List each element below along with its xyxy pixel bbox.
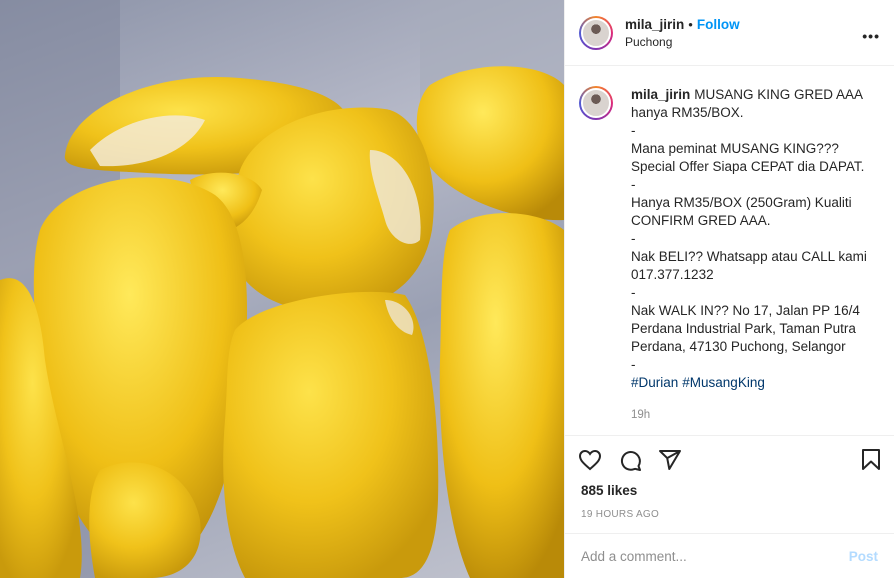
comment-bubble-icon[interactable] [617,447,643,473]
action-bar [565,435,894,483]
author-username[interactable]: mila_jirin [625,17,684,32]
durian-photo [0,0,564,578]
hashtag-line: #Durian #MusangKing [631,374,867,392]
caption-line: - [631,231,636,246]
avatar-photo [581,88,611,118]
post-header: mila_jirin • Follow Puchong ••• [565,0,894,66]
header-text: mila_jirin • Follow Puchong [625,17,740,49]
post-comment-button[interactable]: Post [849,549,878,564]
caption-line: Nak BELI?? Whatsapp atau CALL kami [631,249,867,264]
caption-line: 017.377.1232 [631,267,714,282]
follow-button[interactable]: Follow [697,17,740,32]
hashtag-link[interactable]: #MusangKing [682,375,765,390]
header-row: mila_jirin • Follow [625,17,740,32]
caption-area: mila_jirin MUSANG KING GRED AAA hanya RM3… [565,66,894,435]
caption-body: mila_jirin MUSANG KING GRED AAA hanya RM3… [631,86,867,435]
bookmark-icon[interactable] [858,447,884,473]
post-sidebar: mila_jirin • Follow Puchong ••• mila_jir… [564,0,894,578]
caption-line: - [631,285,636,300]
caption-avatar[interactable] [579,86,613,120]
caption-line: Perdana Industrial Park, Taman Putra [631,321,856,336]
likes-count[interactable]: 885 likes [565,483,894,503]
more-options-icon[interactable]: ••• [862,28,880,44]
caption-line: - [631,357,636,372]
author-avatar[interactable] [579,15,613,50]
location-link[interactable]: Puchong [625,35,740,49]
caption-line: MUSANG KING GRED AAA [694,87,864,102]
hashtag-link[interactable]: #Durian [631,375,678,390]
caption-line: - [631,177,636,192]
caption-username[interactable]: mila_jirin [631,87,690,102]
add-comment-bar: Post [565,533,894,578]
avatar-photo [581,17,611,48]
caption-line: Mana peminat MUSANG KING??? [631,141,839,156]
caption-line: hanya RM35/BOX. [631,105,744,120]
separator-dot: • [688,16,693,32]
post-image[interactable] [0,0,564,578]
comment-input[interactable] [581,548,849,564]
post-time-ago[interactable]: 19 HOURS AGO [565,509,894,529]
caption-line: Nak WALK IN?? No 17, Jalan PP 16/4 [631,303,860,318]
heart-icon[interactable] [577,447,603,473]
caption-timestamp[interactable]: 19h [631,406,867,424]
paper-plane-icon[interactable] [657,447,683,473]
instagram-post: mila_jirin • Follow Puchong ••• mila_jir… [0,0,894,578]
caption-line: CONFIRM GRED AAA. [631,213,771,228]
caption-line: Perdana, 47130 Puchong, Selangor [631,339,846,354]
caption-line: Special Offer Siapa CEPAT dia DAPAT. [631,159,865,174]
caption-line: - [631,123,636,138]
caption-line: Hanya RM35/BOX (250Gram) Kualiti [631,195,852,210]
